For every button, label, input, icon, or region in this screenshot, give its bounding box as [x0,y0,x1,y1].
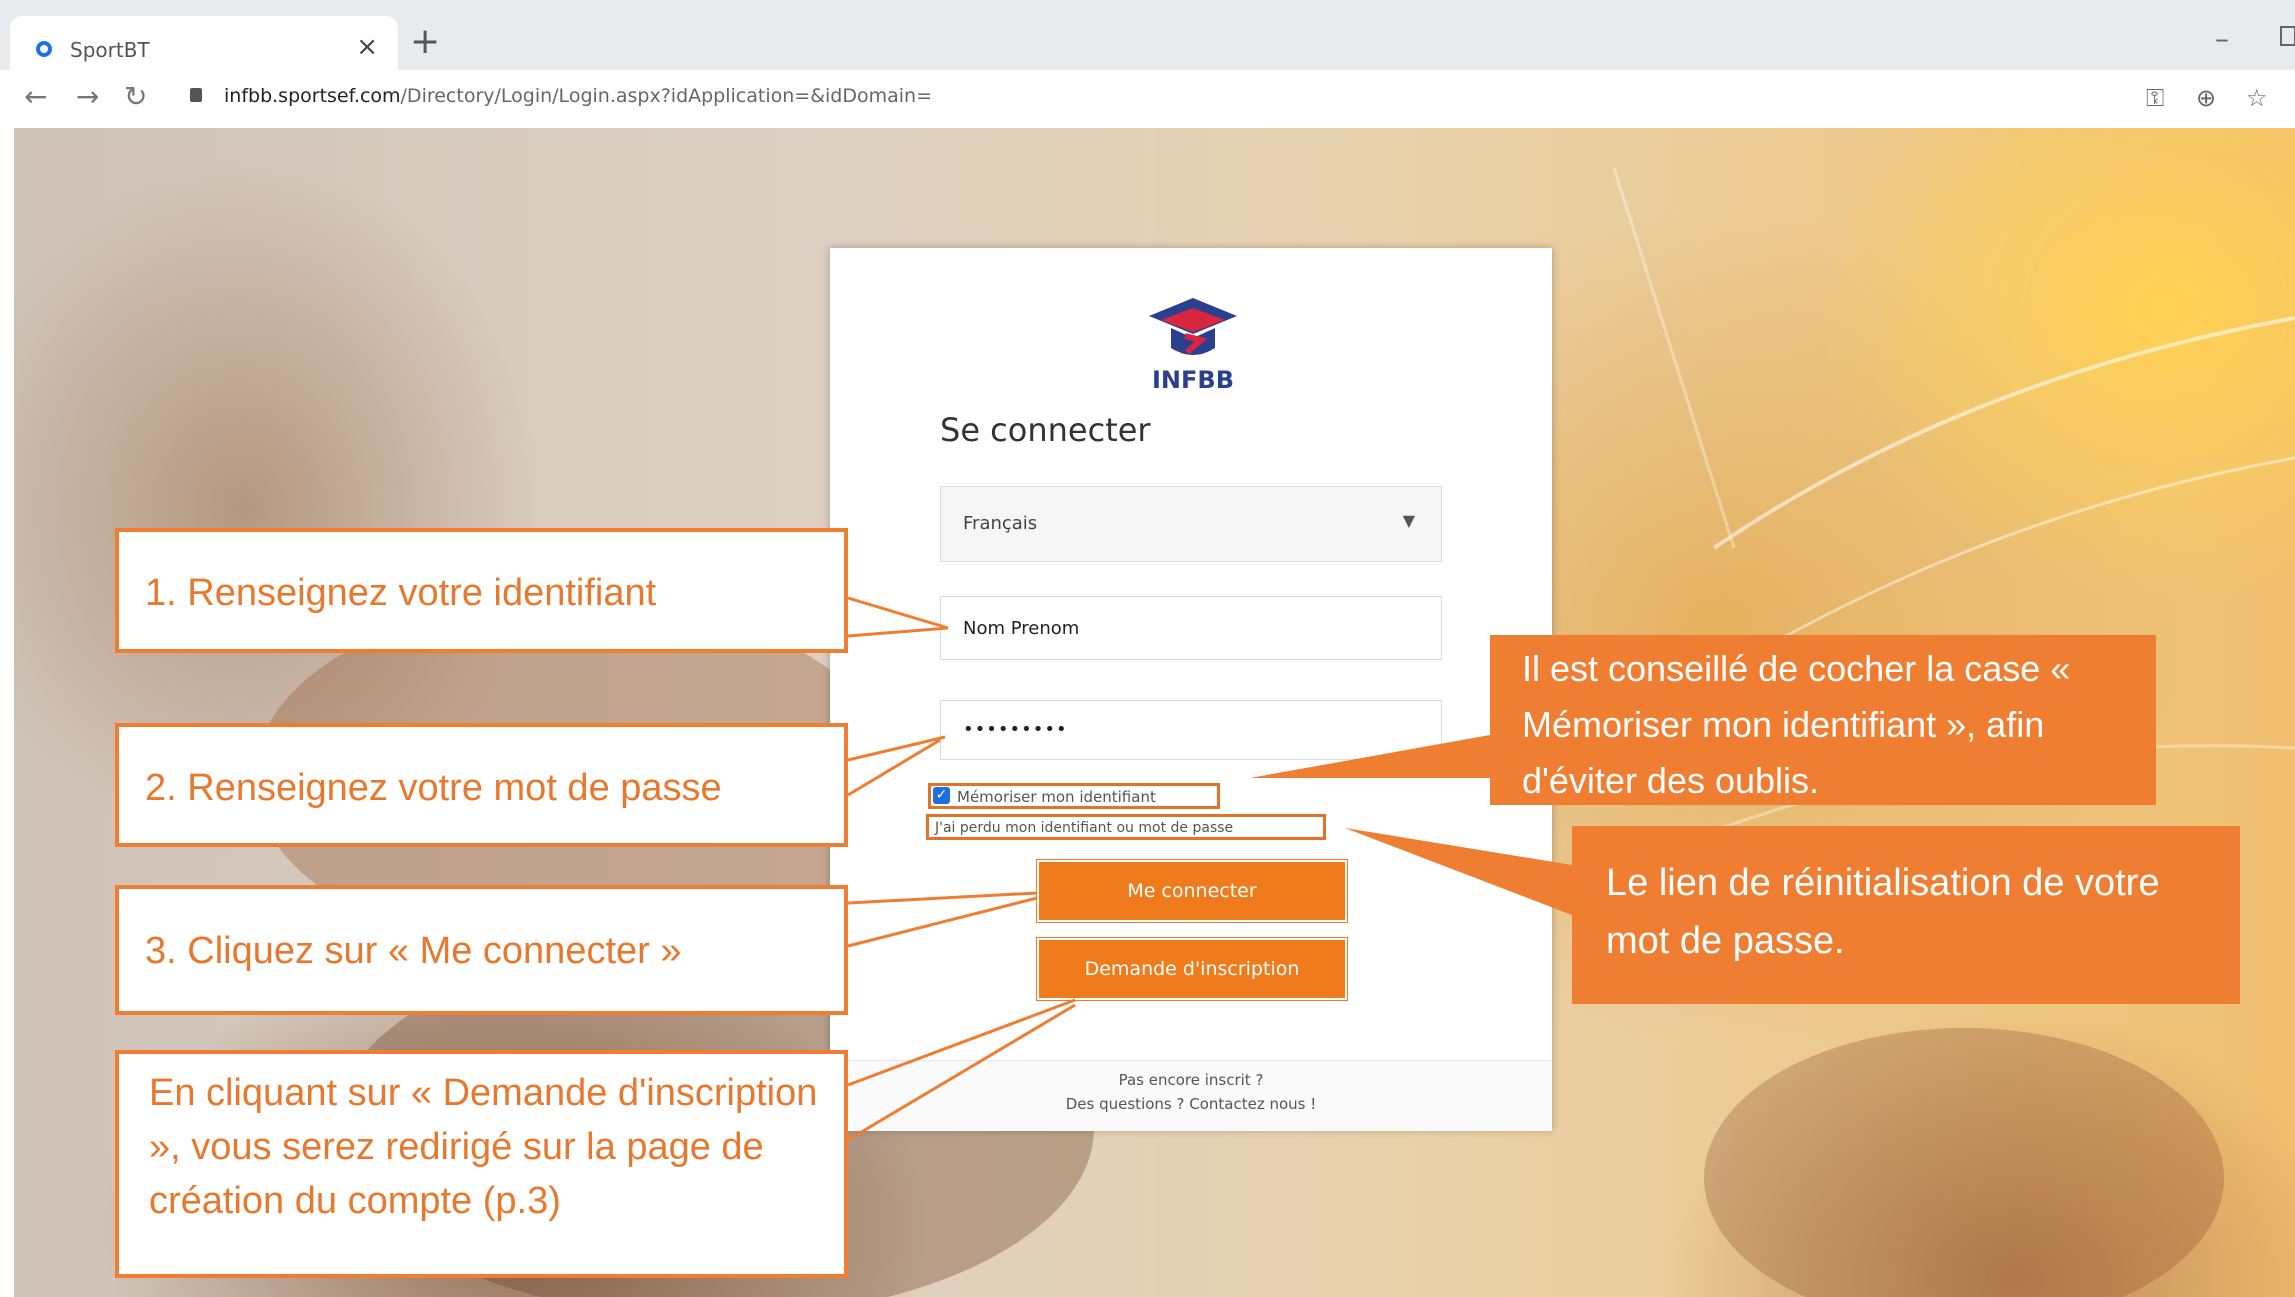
callout-step-3: 3. Cliquez sur « Me connecter » [115,885,848,1015]
callout-step-3-text: 3. Cliquez sur « Me connecter » [145,930,682,972]
callout-register-note: En cliquant sur « Demande d'inscription … [115,1050,848,1278]
callout-step-1: 1. Renseignez votre identifiant [115,528,848,653]
callout-reset-note-text: Le lien de réinitialisation de votre mot… [1606,862,2160,962]
callout-step-2-text: 2. Renseignez votre mot de passe [145,767,722,809]
callout-step-2: 2. Renseignez votre mot de passe [115,723,848,847]
callout-register-note-text: En cliquant sur « Demande d'inscription … [149,1072,818,1222]
callout-remember-note-text: Il est conseillé de cocher la case « Mém… [1522,648,2071,801]
callout-reset-note: Le lien de réinitialisation de votre mot… [1572,826,2240,1004]
callout-remember-note: Il est conseillé de cocher la case « Mém… [1490,635,2156,805]
callout-step-1-text: 1. Renseignez votre identifiant [145,572,657,614]
